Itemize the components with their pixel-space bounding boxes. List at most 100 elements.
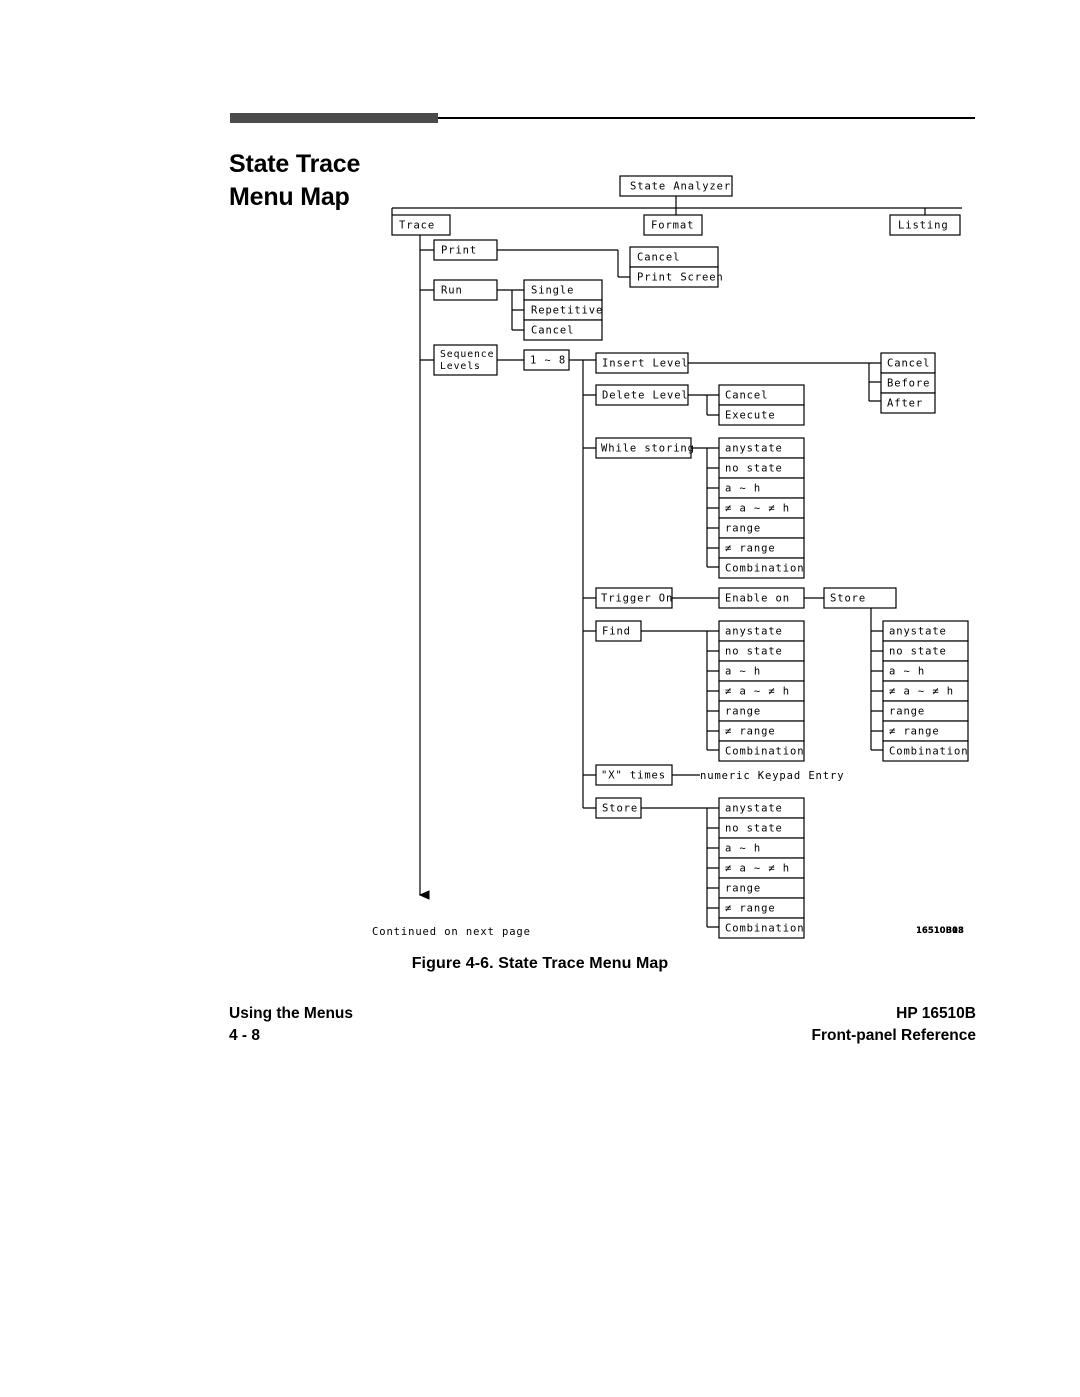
node-ws-not-range[interactable]: ≠ range (718, 537, 805, 559)
node-label: anystate (725, 803, 783, 815)
node-label: 1 ~ 8 (530, 355, 566, 367)
node-delete-execute[interactable]: Execute (718, 404, 805, 426)
node-ws-no-state[interactable]: no state (718, 457, 805, 479)
node-label: Cancel (531, 325, 574, 337)
node-label: no state (725, 646, 783, 658)
node-x-times[interactable]: "X" times (595, 764, 673, 786)
node-run-single[interactable]: Single (523, 279, 603, 301)
node-trace[interactable]: Trace (391, 214, 451, 236)
trigger-store-options: anystate no state a ~ h ≠ a ~ ≠ h range … (882, 620, 969, 762)
node-label: ≠ range (725, 543, 776, 555)
node-find[interactable]: Find (595, 620, 642, 642)
node-label: a ~ h (725, 483, 761, 495)
node-numeric-keypad-entry: numeric Keypad Entry (700, 770, 844, 782)
node-label: Combination (725, 746, 804, 758)
node-insert-before[interactable]: Before (880, 372, 936, 394)
part-number-overlay: 16510B13 (916, 926, 964, 936)
figure-caption: Figure 4-6. State Trace Menu Map (411, 955, 669, 972)
node-find-no-state[interactable]: no state (718, 640, 805, 662)
node-label: a ~ h (889, 666, 925, 678)
footer-page-number: 4 - 8 (229, 1027, 261, 1044)
node-find-anystate[interactable]: anystate (718, 620, 805, 642)
node-while-storing[interactable]: While storing (595, 437, 695, 459)
node-label: Listing (898, 220, 949, 232)
node-label: anystate (725, 443, 783, 455)
node-store-combination[interactable]: Combination (718, 917, 805, 939)
find-options: anystate no state a ~ h ≠ a ~ ≠ h range … (718, 620, 805, 762)
node-ts-not-a-not-h[interactable]: ≠ a ~ ≠ h (882, 680, 969, 702)
node-store-a-h[interactable]: a ~ h (718, 837, 805, 859)
node-store-not-a-not-h[interactable]: ≠ a ~ ≠ h (718, 857, 805, 879)
node-run-cancel[interactable]: Cancel (523, 319, 603, 341)
node-print-cancel[interactable]: Cancel (629, 246, 719, 268)
node-enable-on[interactable]: Enable on (718, 587, 805, 609)
footer-section-title: Using the Menus (229, 1005, 354, 1022)
node-store-range[interactable]: range (718, 877, 805, 899)
continued-on-next-page-note: Continued on next page (372, 926, 531, 938)
node-label: no state (725, 823, 783, 835)
node-label: range (725, 883, 761, 895)
node-listing[interactable]: Listing (889, 214, 961, 236)
node-label-line2: Levels (440, 361, 481, 372)
node-label: Find (602, 626, 631, 638)
node-find-not-a-not-h[interactable]: ≠ a ~ ≠ h (718, 680, 805, 702)
node-label: ≠ a ~ ≠ h (725, 503, 790, 515)
node-insert-after[interactable]: After (880, 392, 936, 414)
node-ws-a-h[interactable]: a ~ h (718, 477, 805, 499)
node-ts-no-state[interactable]: no state (882, 640, 969, 662)
node-label: Cancel (637, 252, 680, 264)
node-sequence-levels[interactable]: Sequence Levels (433, 344, 498, 376)
node-delete-level[interactable]: Delete Level (595, 384, 689, 406)
node-format[interactable]: Format (643, 214, 703, 236)
node-label: Run (441, 285, 463, 297)
node-label: Combination (889, 746, 968, 758)
node-label: ≠ range (889, 726, 940, 738)
node-ws-combination[interactable]: Combination (718, 557, 805, 579)
node-ts-anystate[interactable]: anystate (882, 620, 969, 642)
node-sequence-range[interactable]: 1 ~ 8 (523, 349, 570, 371)
node-find-combination[interactable]: Combination (718, 740, 805, 762)
node-label: Combination (725, 923, 804, 935)
node-label: ≠ a ~ ≠ h (889, 686, 954, 698)
node-trigger-store[interactable]: Store (823, 587, 897, 609)
node-label: Execute (725, 410, 776, 422)
node-store[interactable]: Store (595, 797, 642, 819)
while-storing-options: anystate no state a ~ h ≠ a ~ ≠ h range … (718, 437, 805, 579)
node-ws-anystate[interactable]: anystate (718, 437, 805, 459)
node-store-no-state[interactable]: no state (718, 817, 805, 839)
node-label: Before (887, 378, 930, 390)
node-store-anystate[interactable]: anystate (718, 797, 805, 819)
node-label: no state (889, 646, 947, 658)
node-label: no state (725, 463, 783, 475)
node-trigger-on[interactable]: Trigger On (595, 587, 673, 609)
node-label: Print Screen (637, 272, 724, 284)
node-print[interactable]: Print (433, 239, 498, 261)
node-ws-not-a-not-h[interactable]: ≠ a ~ ≠ h (718, 497, 805, 519)
node-insert-cancel[interactable]: Cancel (880, 352, 936, 374)
node-find-a-h[interactable]: a ~ h (718, 660, 805, 682)
node-ts-combination[interactable]: Combination (882, 740, 969, 762)
footer-manual-title: Front-panel Reference (811, 1027, 976, 1044)
node-find-not-range[interactable]: ≠ range (718, 720, 805, 742)
node-state-analyzer[interactable]: State Analyzer (619, 175, 733, 197)
state-trace-menu-map-figure: .bx { fill:#ffffff; stroke:#000000; stro… (0, 0, 1080, 960)
node-label: a ~ h (725, 843, 761, 855)
node-ts-a-h[interactable]: a ~ h (882, 660, 969, 682)
node-ws-range[interactable]: range (718, 517, 805, 539)
node-delete-cancel[interactable]: Cancel (718, 384, 805, 406)
node-label: Enable on (725, 593, 790, 605)
node-ts-not-range[interactable]: ≠ range (882, 720, 969, 742)
node-find-range[interactable]: range (718, 700, 805, 722)
node-store-not-range[interactable]: ≠ range (718, 897, 805, 919)
node-print-screen[interactable]: Print Screen (629, 266, 724, 288)
node-label: Single (531, 285, 574, 297)
node-label: ≠ a ~ ≠ h (725, 686, 790, 698)
node-label: range (889, 706, 925, 718)
node-run-repetitive[interactable]: Repetitive (523, 299, 603, 321)
node-run[interactable]: Run (433, 279, 498, 301)
footer-row-bottom: 4 - 8 Front-panel Reference (229, 1025, 976, 1047)
node-label: ≠ a ~ ≠ h (725, 863, 790, 875)
node-insert-level[interactable]: Insert Level (595, 352, 689, 374)
node-ts-range[interactable]: range (882, 700, 969, 722)
node-label: anystate (725, 626, 783, 638)
